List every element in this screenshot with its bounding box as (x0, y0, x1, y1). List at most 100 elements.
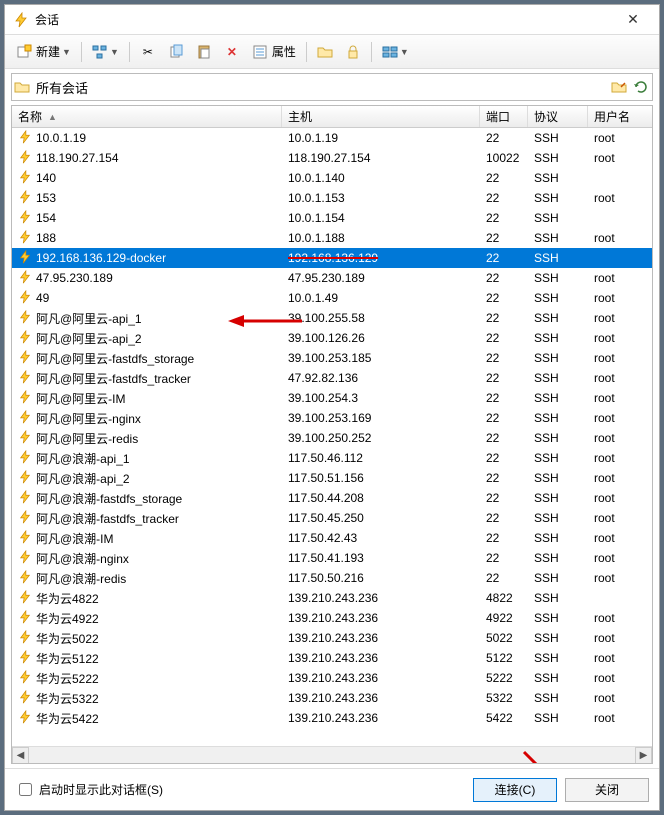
properties-label: 属性 (272, 43, 296, 60)
cut-icon: ✂ (140, 44, 156, 60)
session-icon (18, 430, 32, 447)
close-icon[interactable]: ✕ (613, 11, 653, 28)
cut-button[interactable]: ✂ (135, 40, 161, 64)
session-icon (18, 330, 32, 347)
col-header-port[interactable]: 端口 (480, 106, 528, 127)
delete-button[interactable]: ✕ (219, 40, 245, 64)
titlebar[interactable]: 会话 ✕ (5, 5, 659, 35)
table-row[interactable]: 18810.0.1.18822SSHroot (12, 228, 652, 248)
checkbox-input[interactable] (19, 783, 32, 796)
table-row[interactable]: 118.190.27.154118.190.27.15410022SSHroot (12, 148, 652, 168)
close-button[interactable]: 关闭 (565, 778, 649, 802)
cell-user: root (588, 471, 648, 485)
table-row[interactable]: 华为云4922139.210.243.2364922SSHroot (12, 608, 652, 628)
session-icon (18, 270, 32, 287)
session-icon (18, 370, 32, 387)
cell-proto: SSH (528, 411, 588, 425)
table-row[interactable]: 阿凡@阿里云-nginx39.100.253.16922SSHroot (12, 408, 652, 428)
properties-button[interactable]: 属性 (247, 40, 301, 64)
cell-host: 139.210.243.236 (282, 711, 480, 725)
cell-host: 39.100.253.185 (282, 351, 480, 365)
cell-name: 阿凡@浪潮-redis (12, 570, 282, 587)
lock-button[interactable] (340, 40, 366, 64)
cell-proto: SSH (528, 611, 588, 625)
refresh-icon[interactable] (630, 76, 652, 98)
table-row[interactable]: 阿凡@浪潮-redis117.50.50.21622SSHroot (12, 568, 652, 588)
table-row[interactable]: 阿凡@阿里云-api_239.100.126.2622SSHroot (12, 328, 652, 348)
table-row[interactable]: 华为云5422139.210.243.2365422SSHroot (12, 708, 652, 728)
browse-icon[interactable] (608, 76, 630, 98)
view-button[interactable]: ▼ (377, 40, 414, 64)
table-row[interactable]: 15410.0.1.15422SSH (12, 208, 652, 228)
session-icon (18, 690, 32, 707)
table-row[interactable]: 华为云5122139.210.243.2365122SSHroot (12, 648, 652, 668)
cell-port: 22 (480, 311, 528, 325)
table-row[interactable]: 阿凡@阿里云-redis39.100.250.25222SSHroot (12, 428, 652, 448)
table-row[interactable]: 阿凡@浪潮-IM117.50.42.4322SSHroot (12, 528, 652, 548)
table-row[interactable]: 阿凡@浪潮-fastdfs_storage117.50.44.20822SSHr… (12, 488, 652, 508)
table-row[interactable]: 阿凡@阿里云-fastdfs_storage39.100.253.18522SS… (12, 348, 652, 368)
table-row[interactable]: 14010.0.1.14022SSH (12, 168, 652, 188)
horizontal-scrollbar[interactable]: ◀ ▶ (12, 746, 652, 763)
cell-port: 22 (480, 171, 528, 185)
cell-proto: SSH (528, 671, 588, 685)
cell-host: 10.0.1.49 (282, 291, 480, 305)
table-row[interactable]: 华为云5222139.210.243.2365222SSHroot (12, 668, 652, 688)
cell-user: root (588, 191, 648, 205)
col-header-name[interactable]: 名称▲ (12, 106, 282, 127)
folder-button[interactable] (312, 40, 338, 64)
cell-name: 154 (12, 210, 282, 227)
table-row[interactable]: 华为云5022139.210.243.2365022SSHroot (12, 628, 652, 648)
new-button[interactable]: 新建 ▼ (11, 40, 76, 64)
table-row[interactable]: 阿凡@阿里云-api_139.100.255.5822SSHroot (12, 308, 652, 328)
cell-name: 阿凡@浪潮-fastdfs_tracker (12, 510, 282, 527)
cell-name: 华为云5322 (12, 690, 282, 707)
cell-proto: SSH (528, 691, 588, 705)
cell-port: 5222 (480, 671, 528, 685)
table-row[interactable]: 阿凡@阿里云-IM39.100.254.322SSHroot (12, 388, 652, 408)
table-row[interactable]: 阿凡@浪潮-fastdfs_tracker117.50.45.25022SSHr… (12, 508, 652, 528)
cell-name: 阿凡@阿里云-api_2 (12, 330, 282, 347)
cell-port: 5022 (480, 631, 528, 645)
cell-proto: SSH (528, 471, 588, 485)
session-icon (18, 570, 32, 587)
table-row[interactable]: 阿凡@浪潮-api_2117.50.51.15622SSHroot (12, 468, 652, 488)
cell-port: 22 (480, 551, 528, 565)
chevron-down-icon: ▼ (110, 47, 119, 57)
col-header-user[interactable]: 用户名 (588, 106, 648, 127)
cell-host: 10.0.1.188 (282, 231, 480, 245)
cell-name: 阿凡@阿里云-fastdfs_storage (12, 350, 282, 367)
table-row[interactable]: 15310.0.1.15322SSHroot (12, 188, 652, 208)
table-row[interactable]: 4910.0.1.4922SSHroot (12, 288, 652, 308)
scroll-left-arrow[interactable]: ◀ (12, 747, 29, 764)
cell-name: 华为云5222 (12, 670, 282, 687)
cell-proto: SSH (528, 271, 588, 285)
cell-proto: SSH (528, 591, 588, 605)
table-row[interactable]: 阿凡@浪潮-api_1117.50.46.11222SSHroot (12, 448, 652, 468)
copy-button[interactable] (163, 40, 189, 64)
table-row[interactable]: 192.168.136.129-docker192.168.136.12922S… (12, 248, 652, 268)
connect-button[interactable]: 连接(C) (473, 778, 557, 802)
col-header-proto[interactable]: 协议 (528, 106, 588, 127)
cell-host: 39.100.126.26 (282, 331, 480, 345)
path-bar[interactable]: 所有会话 (11, 73, 653, 101)
table-row[interactable]: 阿凡@阿里云-fastdfs_tracker47.92.82.13622SSHr… (12, 368, 652, 388)
rows-container: 10.0.1.1910.0.1.1922SSHroot118.190.27.15… (12, 128, 652, 746)
scroll-right-arrow[interactable]: ▶ (635, 747, 652, 764)
table-row[interactable]: 阿凡@浪潮-nginx117.50.41.19322SSHroot (12, 548, 652, 568)
cell-port: 4822 (480, 591, 528, 605)
tree-button[interactable]: ▼ (87, 40, 124, 64)
col-header-host[interactable]: 主机 (282, 106, 480, 127)
table-row[interactable]: 47.95.230.18947.95.230.18922SSHroot (12, 268, 652, 288)
cell-proto: SSH (528, 431, 588, 445)
paste-button[interactable] (191, 40, 217, 64)
cell-port: 22 (480, 271, 528, 285)
cell-host: 139.210.243.236 (282, 691, 480, 705)
cell-name: 阿凡@浪潮-api_1 (12, 450, 282, 467)
table-row[interactable]: 华为云5322139.210.243.2365322SSHroot (12, 688, 652, 708)
show-on-startup-checkbox[interactable]: 启动时显示此对话框(S) (15, 780, 465, 799)
table-row[interactable]: 10.0.1.1910.0.1.1922SSHroot (12, 128, 652, 148)
cell-user: root (588, 391, 648, 405)
table-row[interactable]: 华为云4822139.210.243.2364822SSH (12, 588, 652, 608)
cell-host: 39.100.253.169 (282, 411, 480, 425)
